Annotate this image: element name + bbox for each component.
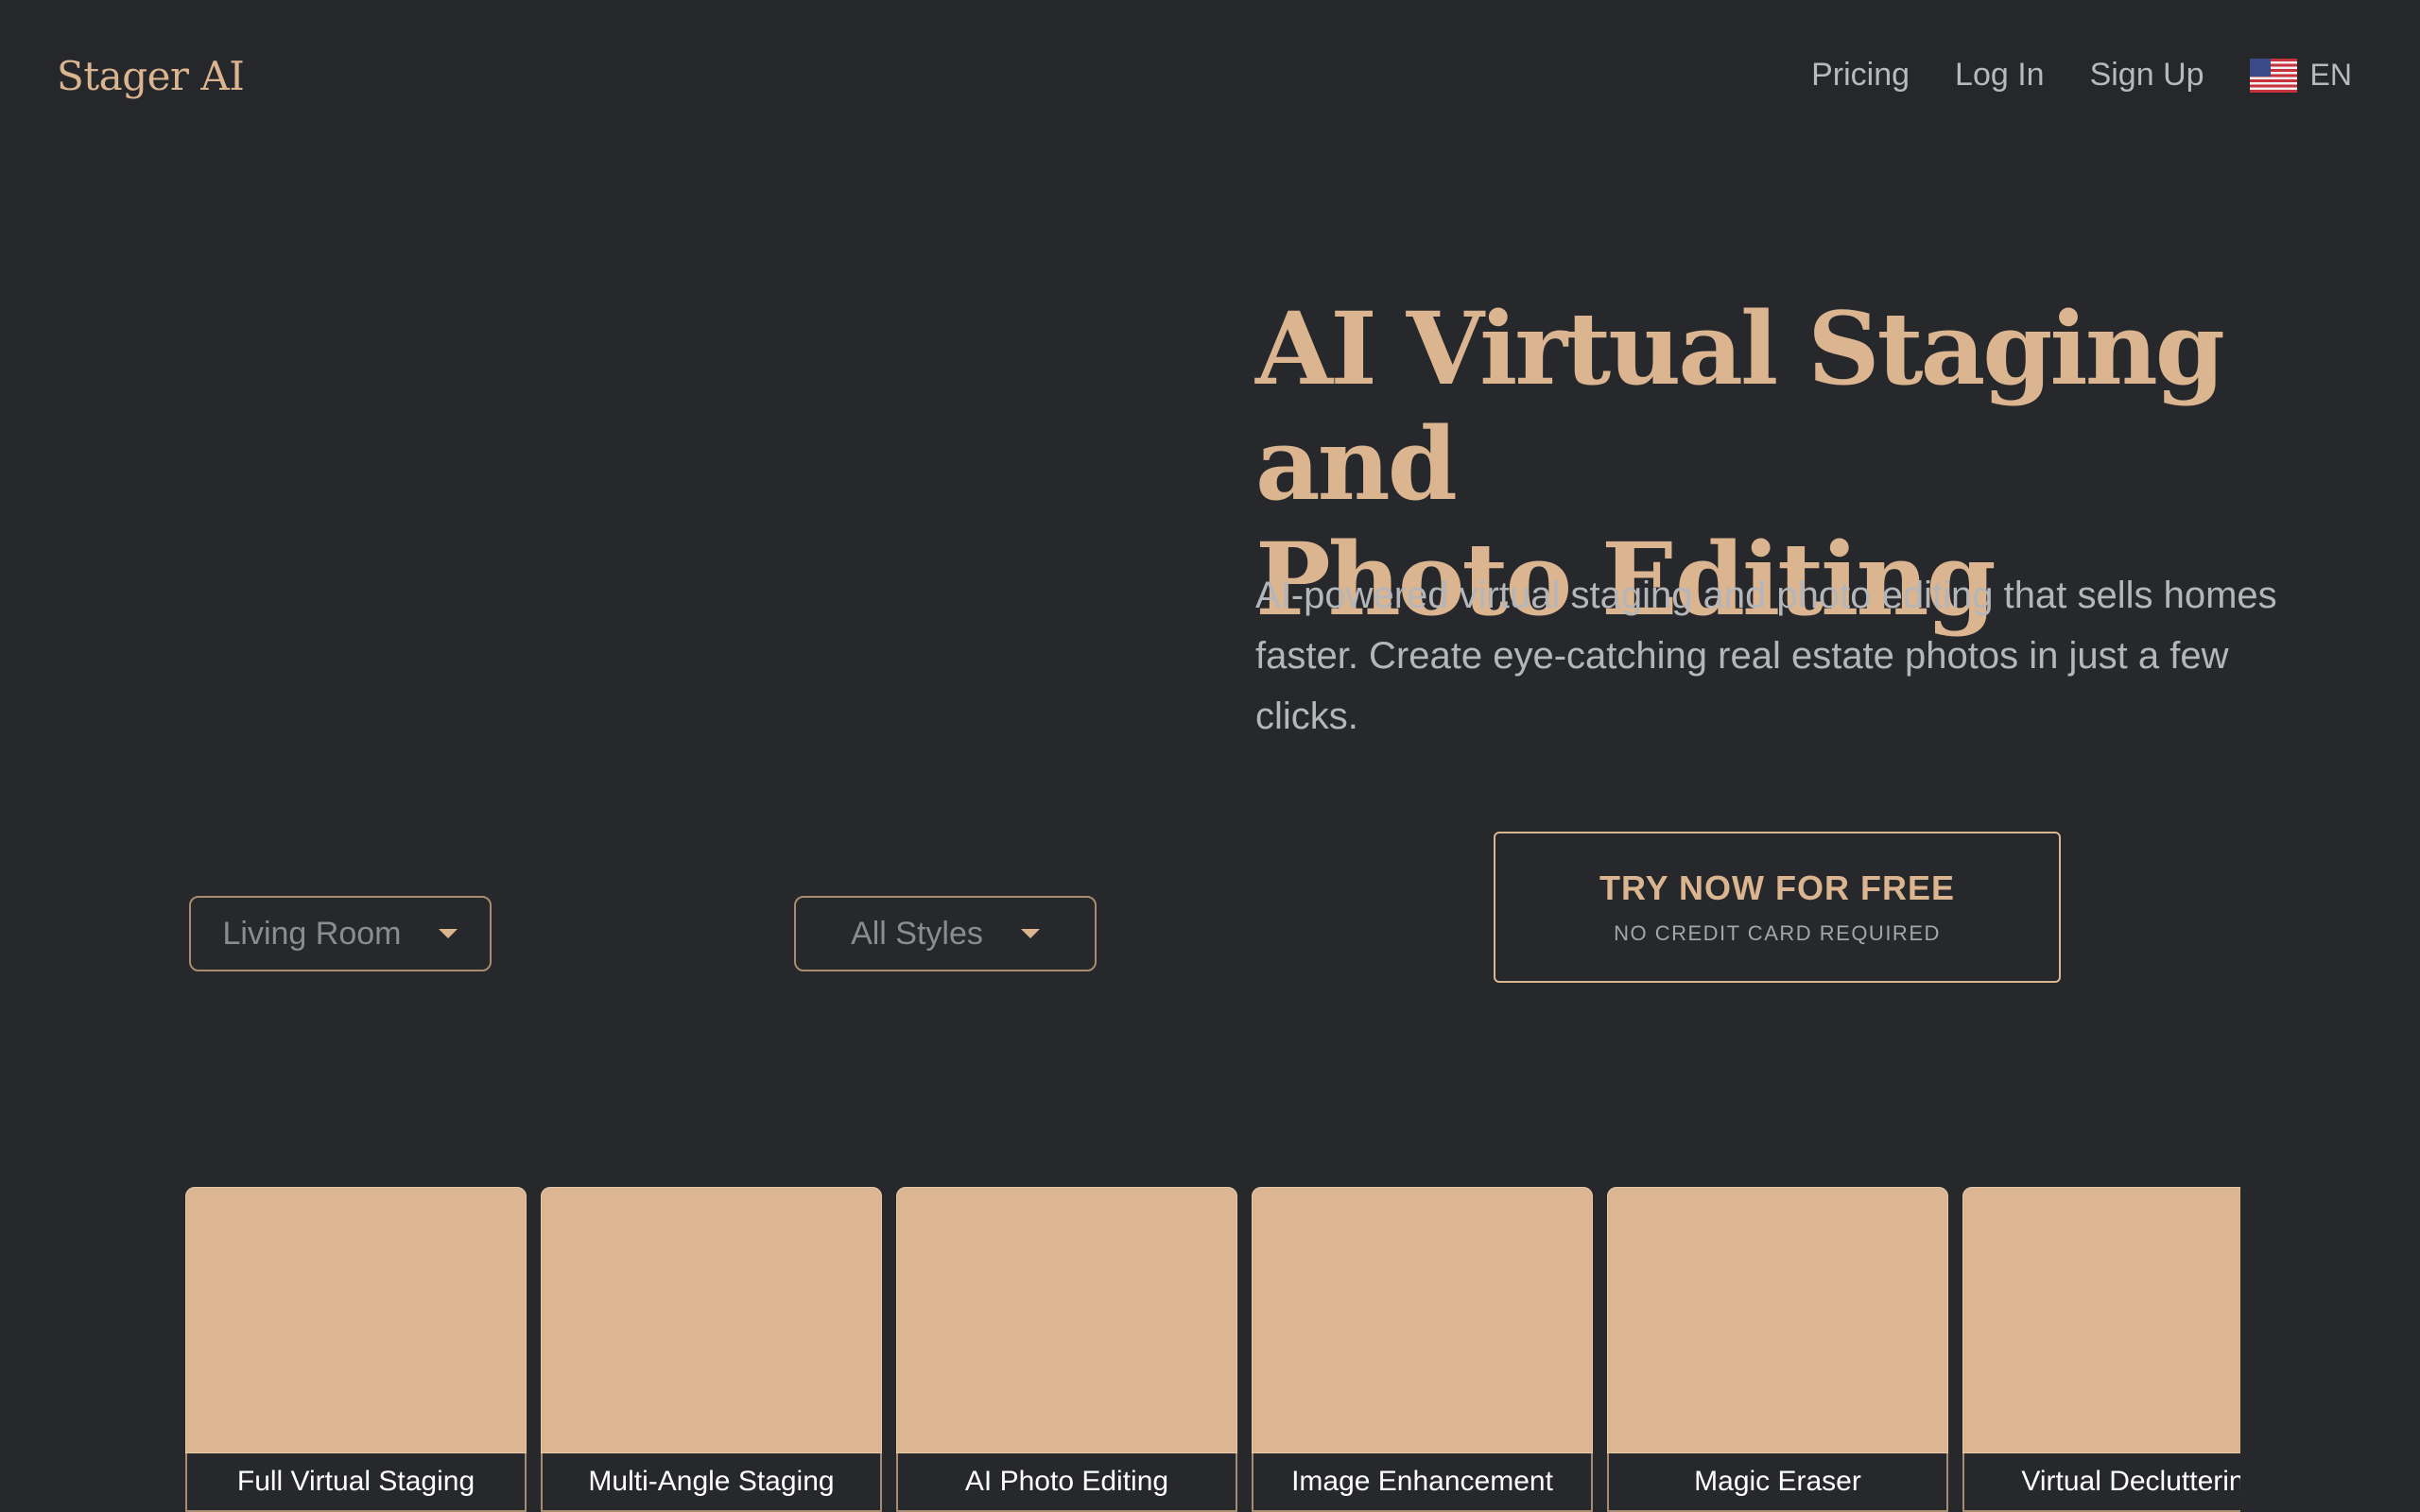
cta-label: TRY NOW FOR FREE xyxy=(1599,868,1955,907)
language-selector[interactable]: EN xyxy=(2249,58,2352,93)
feature-card-virtual-decluttering[interactable]: Virtual Declutterin xyxy=(1962,1187,2240,1512)
nav-signup[interactable]: Sign Up xyxy=(2090,57,2204,94)
feature-card-multi-angle-staging[interactable]: Multi-Angle Staging xyxy=(541,1187,882,1512)
feature-label: Multi-Angle Staging xyxy=(588,1466,835,1497)
feature-image xyxy=(1607,1187,1948,1453)
logo[interactable]: Stager AI xyxy=(57,53,245,99)
room-type-dropdown[interactable]: Living Room xyxy=(189,896,492,971)
cta-note: NO CREDIT CARD REQUIRED xyxy=(1614,921,1941,945)
feature-image xyxy=(541,1187,882,1453)
room-type-value: Living Room xyxy=(222,915,402,952)
us-flag-icon xyxy=(2249,58,2297,93)
nav-login[interactable]: Log In xyxy=(1955,57,2045,94)
feature-card-ai-photo-editing[interactable]: AI Photo Editing xyxy=(896,1187,1237,1512)
nav-pricing[interactable]: Pricing xyxy=(1811,57,1910,94)
site-header: Stager AI Pricing Log In Sign Up EN xyxy=(0,0,2420,161)
style-dropdown[interactable]: All Styles xyxy=(794,896,1097,971)
language-code: EN xyxy=(2309,58,2352,92)
feature-image xyxy=(896,1187,1237,1453)
feature-card-full-virtual-staging[interactable]: Full Virtual Staging xyxy=(185,1187,527,1512)
try-free-button[interactable]: TRY NOW FOR FREE NO CREDIT CARD REQUIRED xyxy=(1494,832,2061,983)
style-value: All Styles xyxy=(851,915,983,952)
feature-label: AI Photo Editing xyxy=(964,1466,1169,1497)
feature-label: Full Virtual Staging xyxy=(236,1466,475,1497)
feature-card-magic-eraser[interactable]: Magic Eraser xyxy=(1607,1187,1948,1512)
feature-label: Magic Eraser xyxy=(1694,1466,1861,1497)
hero-title-line1: AI Virtual Staging and xyxy=(1255,289,2225,523)
feature-label: Virtual Declutterin xyxy=(2021,1466,2240,1497)
feature-card-image-enhancement[interactable]: Image Enhancement xyxy=(1252,1187,1593,1512)
chevron-down-icon xyxy=(439,929,458,938)
feature-image xyxy=(185,1187,527,1453)
top-nav: Pricing Log In Sign Up EN xyxy=(1811,57,2352,94)
feature-label: Image Enhancement xyxy=(1291,1466,1553,1497)
feature-image xyxy=(1252,1187,1593,1453)
hero-subtitle: AI-powered virtual staging and photo edi… xyxy=(1255,575,2277,737)
feature-image xyxy=(1962,1187,2240,1453)
chevron-down-icon xyxy=(1020,929,1040,938)
feature-cards: Full Virtual Staging Multi-Angle Staging… xyxy=(185,1187,2240,1512)
